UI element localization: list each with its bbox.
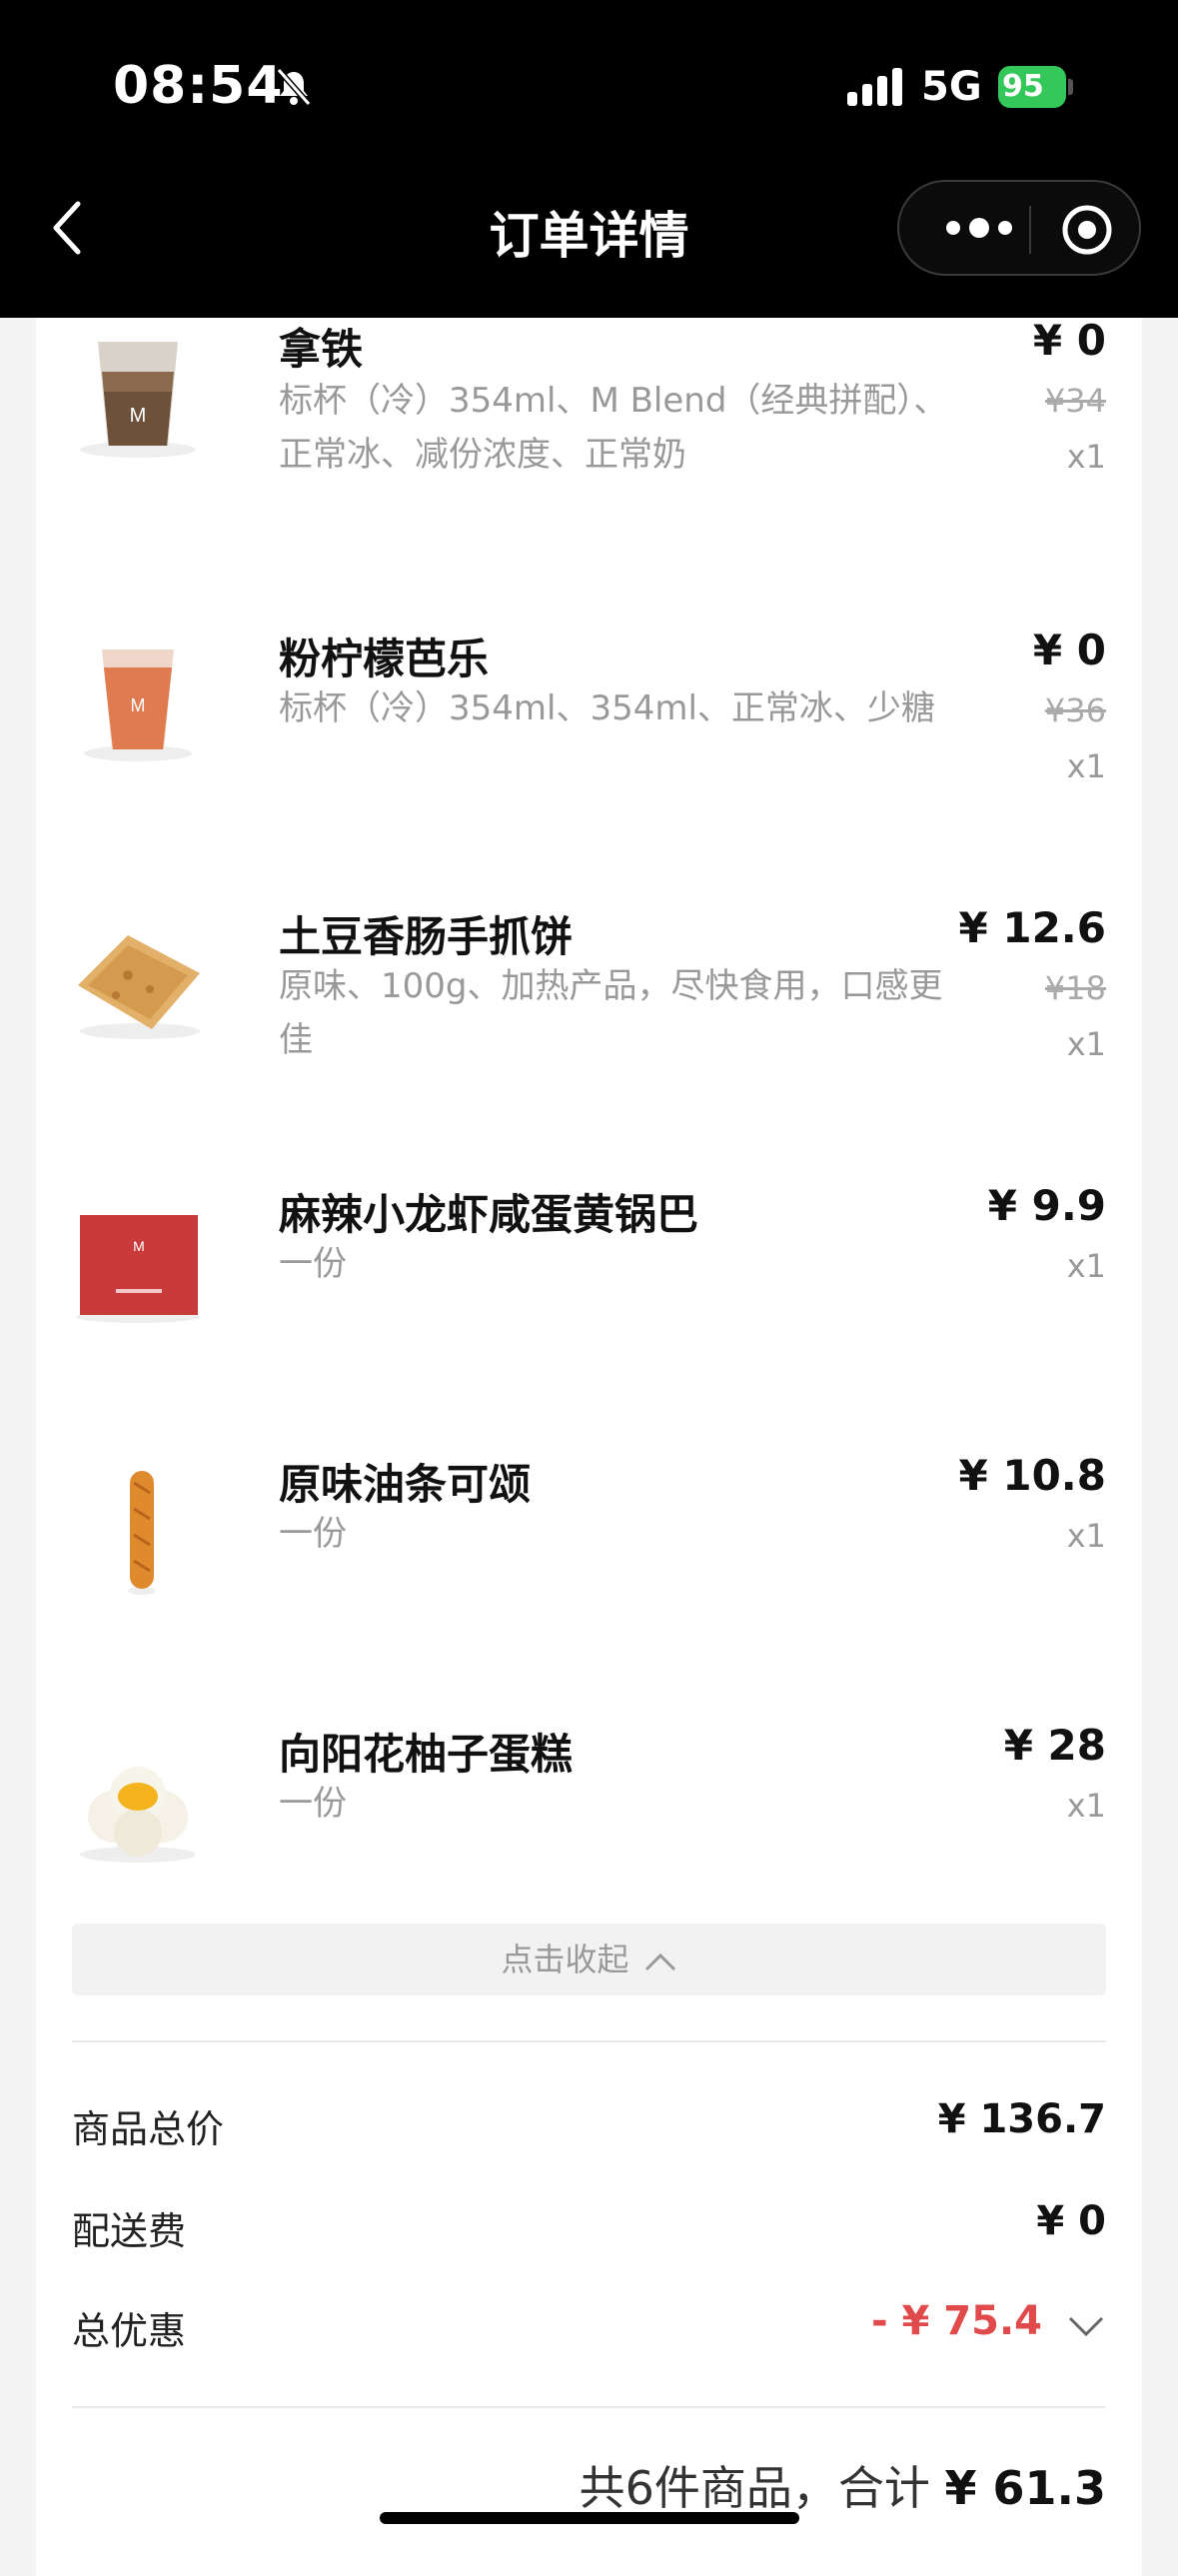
item-desc: 标杯（冷）354ml、354ml、正常冰、少糖	[279, 688, 935, 728]
item-desc: 一份	[279, 1784, 347, 1824]
divider	[72, 2040, 1106, 2042]
item-desc: 一份	[279, 1514, 347, 1554]
more-dots-icon[interactable]	[939, 206, 1019, 250]
svg-text:M: M	[130, 405, 147, 427]
list-item[interactable]: M 拿铁 标杯（冷）354ml、M Blend（经典拼配）、正常冰、减份浓度、正…	[36, 282, 1142, 552]
home-indicator[interactable]	[380, 2512, 799, 2524]
item-name: 麻辣小龙虾咸蛋黄锅巴	[279, 1190, 699, 1239]
collapse-label: 点击收起	[501, 1940, 629, 1978]
divider	[72, 2406, 1106, 2408]
delivery-label: 配送费	[72, 2209, 187, 2253]
item-desc: 标杯（冷）354ml、M Blend（经典拼配）、正常冰、减份浓度、正常奶	[279, 381, 948, 475]
chevron-down-icon[interactable]	[1066, 2310, 1106, 2340]
croissant-stick-image	[128, 1471, 156, 1595]
svg-text:M: M	[133, 1238, 145, 1254]
item-original-price: ¥34	[1044, 382, 1106, 420]
item-desc: 一份	[279, 1244, 347, 1284]
collapse-button[interactable]: 点击收起	[72, 1924, 1106, 1995]
discount-value: - ¥ 75.4	[871, 2298, 1042, 2344]
item-price: ¥ 9.9	[987, 1181, 1106, 1230]
item-qty: x1	[1066, 747, 1106, 785]
snack-bag-image: M	[76, 1215, 200, 1323]
order-total: 共6件商品，合计 ¥ 61.3	[580, 2452, 1106, 2518]
discount-label: 总优惠	[72, 2309, 187, 2353]
delivery-value: ¥ 0	[1036, 2198, 1106, 2244]
order-detail-card: M 拿铁 标杯（冷）354ml、M Blend（经典拼配）、正常冰、减份浓度、正…	[36, 316, 1142, 2576]
close-target-icon[interactable]	[1061, 204, 1113, 256]
item-name: 粉柠檬芭乐	[279, 635, 490, 683]
list-item[interactable]: 原味油条可颂 一份 ¥ 10.8 x1	[36, 1433, 1142, 1703]
network-type: 5G	[921, 64, 982, 110]
battery-icon: 95	[998, 66, 1073, 108]
item-count-text: 共6件商品，合计	[579, 2461, 930, 2515]
item-qty: x1	[1066, 1787, 1106, 1825]
item-name: 土豆香肠手抓饼	[279, 912, 574, 961]
item-name: 拿铁	[279, 325, 364, 374]
bell-muted-icon	[276, 68, 312, 106]
item-original-price: ¥36	[1044, 691, 1106, 729]
item-qty: x1	[1066, 438, 1106, 476]
subtotal-value: ¥ 136.7	[937, 2096, 1106, 2142]
signal-icon	[847, 68, 902, 106]
chevron-up-icon	[644, 1952, 675, 1971]
item-qty: x1	[1066, 1025, 1106, 1063]
svg-text:M: M	[131, 695, 146, 715]
pancake-image	[78, 935, 200, 1039]
item-price: ¥ 0	[1032, 626, 1106, 674]
guava-drink-image: M	[84, 649, 192, 761]
item-price: ¥ 0	[1032, 316, 1106, 365]
item-price: ¥ 28	[1003, 1721, 1106, 1770]
latte-cup-image: M	[80, 342, 196, 458]
item-qty: x1	[1066, 1517, 1106, 1555]
subtotal-label: 商品总价	[72, 2107, 225, 2151]
item-price: ¥ 12.6	[958, 903, 1106, 952]
list-item[interactable]: 土豆香肠手抓饼 原味、100g、加热产品，尽快食用，口感更佳 ¥ 12.6 ¥1…	[36, 885, 1142, 1155]
list-item[interactable]: M 粉柠檬芭乐 标杯（冷）354ml、354ml、正常冰、少糖 ¥ 0 ¥36 …	[36, 608, 1142, 877]
flower-cake-image	[80, 1767, 196, 1863]
status-time: 08:54	[113, 56, 284, 116]
item-price: ¥ 10.8	[958, 1451, 1106, 1500]
item-qty: x1	[1066, 1247, 1106, 1285]
top-bar: 08:54 5G 95 订单详情	[0, 0, 1178, 318]
battery-level: 95	[998, 66, 1066, 108]
item-name: 原味油条可颂	[279, 1460, 532, 1509]
item-original-price: ¥18	[1044, 969, 1106, 1007]
item-desc: 原味、100g、加热产品，尽快食用，口感更佳	[279, 966, 943, 1060]
list-item[interactable]: M 麻辣小龙虾咸蛋黄锅巴 一份 ¥ 9.9 x1	[36, 1163, 1142, 1433]
mini-program-capsule	[897, 180, 1141, 276]
total-amount: ¥ 61.3	[944, 2461, 1106, 2515]
item-name: 向阳花柚子蛋糕	[279, 1730, 574, 1779]
